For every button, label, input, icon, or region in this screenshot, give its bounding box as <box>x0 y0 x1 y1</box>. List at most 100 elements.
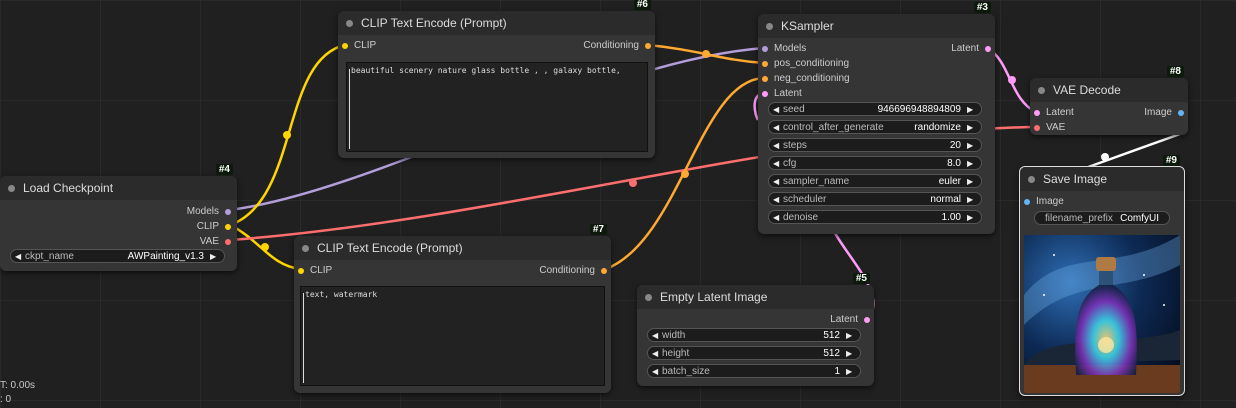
right-arrow-icon[interactable]: ▶ <box>967 195 977 204</box>
collapse-dot-icon[interactable] <box>346 19 353 27</box>
output-slot-latent[interactable]: Latent <box>951 43 991 54</box>
right-arrow-icon[interactable]: ▶ <box>967 105 977 114</box>
right-arrow-icon[interactable]: ▶ <box>846 349 856 358</box>
load-checkpoint-node[interactable]: #4 Load Checkpoint Models CLIP VAE ◀ ckpt… <box>0 164 237 271</box>
widget-name: height <box>662 347 690 359</box>
denoise-widget[interactable]: ◀ denoise 1.00 ▶ <box>768 210 982 224</box>
right-arrow-icon[interactable]: ▶ <box>967 141 977 150</box>
output-slot-latent[interactable]: Latent <box>830 314 870 325</box>
input-slot-clip[interactable]: CLIP <box>298 265 332 276</box>
clip-pin-icon[interactable] <box>342 42 348 49</box>
output-slot-image[interactable]: Image <box>1144 107 1184 118</box>
vae-decode-node[interactable]: #8 VAE Decode Latent VAE Image <box>1030 66 1188 135</box>
latent-pin-icon[interactable] <box>1034 109 1040 116</box>
latent-pin-icon[interactable] <box>762 90 768 97</box>
left-arrow-icon[interactable]: ◀ <box>773 159 783 168</box>
clip-text-encode-negative-node[interactable]: #7 CLIP Text Encode (Prompt) CLIP Condit… <box>294 224 611 393</box>
node-title-bar[interactable]: Empty Latent Image <box>637 285 874 309</box>
node-title-bar[interactable]: Load Checkpoint <box>0 176 237 200</box>
output-slot-conditioning[interactable]: Conditioning <box>539 265 607 276</box>
conditioning-pin-icon[interactable] <box>762 75 768 82</box>
input-slot-latent[interactable]: Latent <box>1034 107 1074 118</box>
left-arrow-icon[interactable]: ◀ <box>773 213 783 222</box>
latent-pin-icon[interactable] <box>864 316 870 323</box>
right-arrow-icon[interactable]: ▶ <box>967 159 977 168</box>
cfg-widget[interactable]: ◀ cfg 8.0 ▶ <box>768 156 982 170</box>
empty-latent-image-node[interactable]: #5 Empty Latent Image Latent ◀ width 512 ▶ … <box>637 273 874 386</box>
node-title-bar[interactable]: KSampler <box>758 14 995 38</box>
wire-image-midpoint <box>1101 153 1109 161</box>
widget-name: sampler_name <box>783 175 850 187</box>
right-arrow-icon[interactable]: ▶ <box>967 213 977 222</box>
width-widget[interactable]: ◀ width 512 ▶ <box>647 328 861 342</box>
output-slot-clip[interactable]: CLIP <box>197 221 231 232</box>
latent-pin-icon[interactable] <box>985 45 991 52</box>
node-title-bar[interactable]: VAE Decode <box>1030 78 1188 102</box>
model-pin-icon[interactable] <box>762 45 768 52</box>
right-arrow-icon[interactable]: ▶ <box>210 252 220 261</box>
right-arrow-icon[interactable]: ▶ <box>967 177 977 186</box>
left-arrow-icon[interactable]: ◀ <box>773 105 783 114</box>
save-image-node[interactable]: #9 Save Image Image filename_prefix Comf… <box>1019 155 1185 396</box>
output-slot-models[interactable]: Models <box>187 206 231 217</box>
input-slot-image[interactable]: Image <box>1024 196 1064 207</box>
widget-value: randomize <box>914 121 961 133</box>
batch-size-widget[interactable]: ◀ batch_size 1 ▶ <box>647 364 861 378</box>
left-arrow-icon[interactable]: ◀ <box>652 367 662 376</box>
ckpt-name-combo[interactable]: ◀ ckpt_name AWPainting_v1.3 ▶ <box>10 249 225 263</box>
left-arrow-icon[interactable]: ◀ <box>773 195 783 204</box>
input-slot-clip[interactable]: CLIP <box>342 40 376 51</box>
input-slot-latent[interactable]: Latent <box>762 88 802 99</box>
left-arrow-icon[interactable]: ◀ <box>773 123 783 132</box>
output-slot-vae[interactable]: VAE <box>200 236 231 247</box>
collapse-dot-icon[interactable] <box>645 293 652 301</box>
widget-value: 946696948894809 <box>877 103 961 115</box>
prompt-textarea[interactable]: beautiful scenery nature glass bottle , … <box>346 62 648 152</box>
collapse-dot-icon[interactable] <box>766 22 773 30</box>
prompt-textarea[interactable]: text, watermark <box>300 286 605 386</box>
left-arrow-icon[interactable]: ◀ <box>773 177 783 186</box>
input-slot-neg-conditioning[interactable]: neg_conditioning <box>762 73 850 84</box>
conditioning-pin-icon[interactable] <box>645 42 651 49</box>
collapse-dot-icon[interactable] <box>1028 175 1035 183</box>
node-title-bar[interactable]: CLIP Text Encode (Prompt) <box>338 11 655 35</box>
right-arrow-icon[interactable]: ▶ <box>967 123 977 132</box>
conditioning-pin-icon[interactable] <box>762 60 768 67</box>
node-title-bar[interactable]: CLIP Text Encode (Prompt) <box>294 236 611 260</box>
output-slot-conditioning[interactable]: Conditioning <box>583 40 651 51</box>
node-id: #9 <box>1162 155 1180 166</box>
vae-pin-icon[interactable] <box>225 238 231 245</box>
slot-label: CLIP <box>310 265 333 276</box>
right-arrow-icon[interactable]: ▶ <box>846 367 856 376</box>
node-title-bar[interactable]: Save Image <box>1020 167 1184 191</box>
left-arrow-icon[interactable]: ◀ <box>652 349 662 358</box>
collapse-dot-icon[interactable] <box>302 244 309 252</box>
left-arrow-icon[interactable]: ◀ <box>773 141 783 150</box>
clip-pin-icon[interactable] <box>225 223 231 230</box>
height-widget[interactable]: ◀ height 512 ▶ <box>647 346 861 360</box>
clip-text-encode-positive-node[interactable]: #6 CLIP Text Encode (Prompt) CLIP Condit… <box>338 0 655 158</box>
control-after-generate-widget[interactable]: ◀ control_after_generate randomize ▶ <box>768 120 982 134</box>
steps-widget[interactable]: ◀ steps 20 ▶ <box>768 138 982 152</box>
collapse-dot-icon[interactable] <box>1038 86 1045 94</box>
image-pin-icon[interactable] <box>1178 109 1184 116</box>
left-arrow-icon[interactable]: ◀ <box>15 252 25 261</box>
input-slot-vae[interactable]: VAE <box>1034 122 1065 133</box>
collapse-dot-icon[interactable] <box>8 184 15 192</box>
conditioning-pin-icon[interactable] <box>601 267 607 274</box>
model-pin-icon[interactable] <box>225 208 231 215</box>
ksampler-node[interactable]: #3 KSampler Models pos_conditioning neg_… <box>758 2 995 234</box>
clip-pin-icon[interactable] <box>298 267 304 274</box>
output-image-preview[interactable] <box>1024 235 1180 393</box>
scheduler-widget[interactable]: ◀ scheduler normal ▶ <box>768 192 982 206</box>
input-slot-pos-conditioning[interactable]: pos_conditioning <box>762 58 849 69</box>
image-pin-icon[interactable] <box>1024 198 1030 205</box>
filename-prefix-widget[interactable]: filename_prefix ComfyUI <box>1034 211 1170 225</box>
left-arrow-icon[interactable]: ◀ <box>652 331 662 340</box>
sampler-name-widget[interactable]: ◀ sampler_name euler ▶ <box>768 174 982 188</box>
vae-pin-icon[interactable] <box>1034 124 1040 131</box>
widget-value: 8.0 <box>947 157 961 169</box>
right-arrow-icon[interactable]: ▶ <box>846 331 856 340</box>
seed-widget[interactable]: ◀ seed 946696948894809 ▶ <box>768 102 982 116</box>
input-slot-models[interactable]: Models <box>762 43 806 54</box>
